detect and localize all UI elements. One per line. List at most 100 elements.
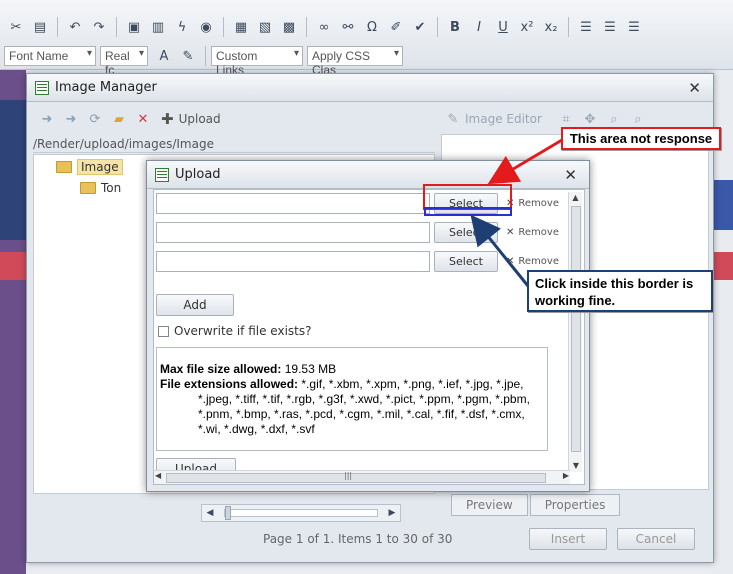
- upload-dialog: Upload ✕ Select ✕ Remove Select ✕ Remove S…: [146, 160, 590, 492]
- extensions-value: *.gif, *.xbm, *.xpm, *.png, *.ief, *.jpg…: [301, 377, 524, 391]
- file-path-input[interactable]: [156, 192, 430, 214]
- toolbar-separator: [116, 17, 117, 37]
- select-button[interactable]: Select: [434, 250, 498, 272]
- cut-icon[interactable]: ✂: [6, 17, 26, 37]
- table-icon[interactable]: ▦: [231, 17, 251, 37]
- media-icon[interactable]: ◉: [196, 17, 216, 37]
- file-path-input[interactable]: [156, 250, 430, 272]
- forward-arrow-icon[interactable]: ➜: [61, 109, 81, 129]
- subscript-button[interactable]: x₂: [541, 17, 561, 37]
- image-manager-title: Image Manager: [55, 80, 157, 95]
- extensions-value: *.jpeg, *.tiff, *.tif, *.rgb, *.g3f, *.x…: [198, 392, 530, 406]
- close-icon[interactable]: ✕: [564, 166, 577, 184]
- scroll-left-icon[interactable]: ◀: [155, 471, 161, 480]
- scroll-thumb[interactable]: [571, 206, 581, 452]
- image-icon[interactable]: ▣: [124, 17, 144, 37]
- upload-body: Select ✕ Remove Select ✕ Remove Select ✕ Re…: [153, 189, 585, 485]
- tree-item-ton[interactable]: Ton: [80, 181, 121, 195]
- move-icon[interactable]: ✥: [580, 109, 600, 129]
- max-size-label: Max file size allowed:: [160, 362, 282, 376]
- pager-thumb[interactable]: [225, 506, 231, 520]
- bold-button[interactable]: B: [445, 17, 465, 37]
- redo-icon[interactable]: ↷: [89, 17, 109, 37]
- align-center-icon[interactable]: ☰: [600, 17, 620, 37]
- select-button[interactable]: Select: [434, 221, 498, 243]
- align-left-icon[interactable]: ☰: [576, 17, 596, 37]
- document-icon[interactable]: ▥: [148, 17, 168, 37]
- scroll-right-icon[interactable]: ▶: [563, 471, 569, 480]
- align-right-icon[interactable]: ☰: [624, 17, 644, 37]
- vertical-scrollbar[interactable]: ▲ ▼: [568, 192, 582, 472]
- crop-icon[interactable]: ⌗: [556, 109, 576, 129]
- remove-link[interactable]: ✕ Remove: [506, 198, 559, 209]
- template-icon[interactable]: ▧: [255, 17, 275, 37]
- image-editor-icon[interactable]: ✎: [443, 109, 463, 129]
- delete-icon[interactable]: ✕: [133, 109, 153, 129]
- scroll-thumb[interactable]: [166, 473, 546, 483]
- unlink-icon[interactable]: ⚯: [338, 17, 358, 37]
- omega-icon[interactable]: Ω: [362, 17, 382, 37]
- font-size-select[interactable]: Real fc: [100, 46, 148, 77]
- next-page-icon[interactable]: ▶: [386, 503, 398, 523]
- window-icon: [35, 80, 49, 95]
- overwrite-option[interactable]: Overwrite if file exists?: [158, 324, 312, 338]
- plus-icon: ✚: [161, 110, 174, 128]
- font-color-button[interactable]: A: [154, 46, 174, 66]
- css-class-select[interactable]: Apply CSS Clas: [307, 46, 403, 77]
- zoom-out-icon[interactable]: ⌕: [628, 109, 648, 129]
- add-button[interactable]: Add: [156, 294, 234, 316]
- horizontal-scrollbar[interactable]: ◀ ||| ▶: [154, 470, 570, 484]
- image-manager-titlebar[interactable]: Image Manager ✕: [27, 74, 713, 102]
- italic-button[interactable]: I: [469, 17, 489, 37]
- extensions-label: File extensions allowed:: [160, 377, 299, 391]
- file-row: Select ✕ Remove: [156, 221, 559, 243]
- custom-links-select[interactable]: Custom Links: [211, 46, 303, 77]
- remove-label: Remove: [518, 197, 559, 209]
- scroll-up-icon[interactable]: ▲: [569, 192, 582, 204]
- symbol-icon[interactable]: ▩: [279, 17, 299, 37]
- toolbar-separator: [306, 17, 307, 37]
- dialog-buttons: Insert Cancel: [529, 528, 705, 550]
- remove-link[interactable]: ✕ Remove: [506, 256, 559, 267]
- zoom-in-icon[interactable]: ⌕: [604, 109, 624, 129]
- toolbar-upload-button[interactable]: ✚ Upload: [161, 110, 221, 128]
- insert-button[interactable]: Insert: [529, 528, 607, 550]
- tab-preview[interactable]: Preview: [451, 494, 528, 516]
- back-arrow-icon[interactable]: ➜: [37, 109, 57, 129]
- font-name-select[interactable]: Font Name: [4, 46, 96, 66]
- page-banner-fragment: [0, 252, 26, 280]
- clean-icon[interactable]: ✐: [386, 17, 406, 37]
- extensions-line: File extensions allowed: *.gif, *.xbm, *…: [160, 377, 544, 392]
- paste-icon[interactable]: ▤: [30, 17, 50, 37]
- folder-icon: [56, 161, 72, 173]
- tree-item-image[interactable]: Image: [56, 159, 123, 175]
- highlight-icon[interactable]: ✎: [178, 46, 198, 66]
- new-folder-icon[interactable]: ▰: [109, 109, 129, 129]
- superscript-button[interactable]: x²: [517, 17, 537, 37]
- pager: ◀ ▶ Page 1 of 1. Items 1 to 30 of 30: [187, 494, 452, 554]
- remove-icon: ✕: [506, 255, 515, 267]
- upload-titlebar[interactable]: Upload ✕: [147, 161, 589, 189]
- refresh-icon[interactable]: ⟳: [85, 109, 105, 129]
- overwrite-checkbox[interactable]: [158, 325, 169, 337]
- tab-properties[interactable]: Properties: [529, 494, 621, 516]
- spellcheck-icon[interactable]: ✔: [410, 17, 430, 37]
- file-path-input[interactable]: [156, 221, 430, 243]
- image-editor-label[interactable]: Image Editor: [465, 112, 542, 126]
- pager-slider[interactable]: ◀ ▶: [201, 504, 401, 522]
- pager-track[interactable]: [224, 506, 378, 520]
- flash-icon[interactable]: ϟ: [172, 17, 192, 37]
- toolbar-row-2: Font Name Real fc A ✎ Custom Links Apply…: [4, 43, 407, 77]
- blue-callout: Click inside this border is working fine…: [527, 270, 713, 312]
- scroll-down-icon[interactable]: ▼: [569, 460, 583, 472]
- link-icon[interactable]: ∞: [314, 17, 334, 37]
- cancel-button[interactable]: Cancel: [617, 528, 695, 550]
- page-logo-fragment: [0, 100, 26, 240]
- remove-link[interactable]: ✕ Remove: [506, 227, 559, 238]
- extensions-value: *.wi, *.dwg, *.dxf, *.svf: [198, 422, 315, 436]
- underline-button[interactable]: U: [493, 17, 513, 37]
- undo-icon[interactable]: ↶: [65, 17, 85, 37]
- prev-page-icon[interactable]: ◀: [204, 503, 216, 523]
- page-background-left: [0, 70, 26, 574]
- close-icon[interactable]: ✕: [688, 79, 701, 97]
